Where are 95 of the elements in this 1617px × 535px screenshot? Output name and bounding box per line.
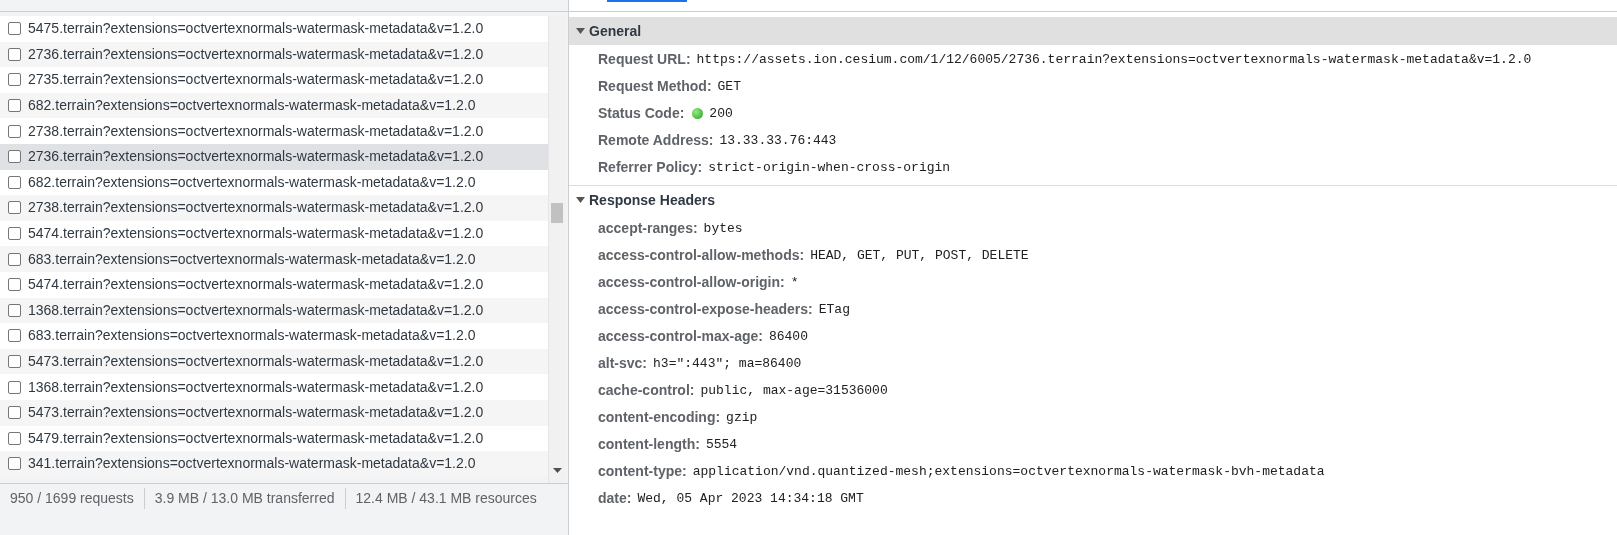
header-name: access-control-expose-headers: <box>598 300 813 319</box>
header-name: access-control-allow-origin: <box>598 273 785 292</box>
checkbox[interactable] <box>8 329 21 343</box>
header-name: content-encoding: <box>598 408 721 427</box>
request-row[interactable]: 2736.terrain?extensions=octvertexnormals-watermask-metadata&v=1.2.0 <box>0 143 548 170</box>
header-name: accept-ranges: <box>598 219 698 238</box>
scroll-down-icon[interactable] <box>552 468 562 474</box>
header-name: alt-svc: <box>598 354 648 373</box>
request-name: 2738.terrain?extensions=octvertexnormals-watermask-metadata&v=1.2.0 <box>28 198 484 218</box>
request-name: 5473.terrain?extensions=octvertexnormals-watermask-metadata&v=1.2.0 <box>28 403 484 423</box>
request-name: 1368.terrain?extensions=octvertexnormals-watermask-metadata&v=1.2.0 <box>28 300 484 320</box>
request-row[interactable]: 682.terrain?extensions=octvertexnormals-watermask-metadata&v=1.2.0 <box>0 92 548 119</box>
request-row[interactable]: 1368.terrain?extensions=octvertexnormals-watermask-metadata&v=1.2.0 <box>0 374 548 400</box>
status-text: 950 / 1699 requests <box>9 489 135 508</box>
checkbox[interactable] <box>8 22 21 36</box>
request-name: 5474.terrain?extensions=octvertexnormals-watermask-metadata&v=1.2.0 <box>28 275 484 295</box>
request-row[interactable]: 1368.terrain?extensions=octvertexnormals-watermask-metadata&v=1.2.0 <box>0 297 548 324</box>
checkbox[interactable] <box>8 201 21 215</box>
checkbox[interactable] <box>8 47 21 61</box>
checkbox[interactable] <box>8 406 21 420</box>
checkbox[interactable] <box>8 252 21 266</box>
request-row[interactable]: 2735.terrain?extensions=octvertexnormals-watermask-metadata&v=1.2.0 <box>0 67 548 93</box>
request-row[interactable]: 341.terrain?extensions=octvertexnormals-watermask-metadata&v=1.2.0 <box>0 451 548 477</box>
request-name: 2735.terrain?extensions=octvertexnormals-watermask-metadata&v=1.2.0 <box>28 70 484 90</box>
header-value: * <box>790 273 799 292</box>
header-name: Status Code: <box>598 104 685 123</box>
checkbox[interactable] <box>8 73 21 87</box>
checkbox[interactable] <box>8 303 21 317</box>
checkbox[interactable] <box>8 150 21 164</box>
request-name: 2736.terrain?extensions=octvertexnormals-watermask-metadata&v=1.2.0 <box>28 44 484 64</box>
header-value: application/vnd.quantized-mesh;extensions=octvertexnormals-watermask-bvh-metadata <box>692 462 1325 481</box>
request-name: 682.terrain?extensions=octvertexnormals-watermask-metadata&v=1.2.0 <box>28 172 476 192</box>
header-value: bytes <box>703 219 743 238</box>
checkbox[interactable] <box>8 431 21 445</box>
request-name: 683.terrain?extensions=octvertexnormals-watermask-metadata&v=1.2.0 <box>28 249 476 269</box>
header-value: https://assets.ion.cesium.com/1/12/6005/2736.terrain?extensions=octvertexnormals-watermask-metadata&v=1.2.0 <box>696 50 1532 69</box>
header-value: h3=":443"; ma=86400 <box>653 354 802 373</box>
request-row[interactable]: 5473.terrain?extensions=octvertexnormals-watermask-metadata&v=1.2.0 <box>0 348 548 375</box>
request-name: 341.terrain?extensions=octvertexnormals-watermask-metadata&v=1.2.0 <box>28 454 476 474</box>
request-name: 2736.terrain?extensions=octvertexnormals-watermask-metadata&v=1.2.0 <box>28 147 484 167</box>
scrollbar-thumb[interactable] <box>551 203 563 223</box>
header-value: gzip <box>726 408 758 427</box>
request-name: 5475.terrain?extensions=octvertexnormals-watermask-metadata&v=1.2.0 <box>28 19 484 39</box>
request-name: 1368.terrain?extensions=octvertexnormals-watermask-metadata&v=1.2.0 <box>28 377 484 397</box>
request-row[interactable]: 2736.terrain?extensions=octvertexnormals-watermask-metadata&v=1.2.0 <box>0 41 548 68</box>
header-name: Request Method: <box>598 77 712 96</box>
header-value: GET <box>717 77 741 96</box>
header-name: Referrer Policy: <box>598 158 703 177</box>
request-row[interactable]: 2738.terrain?extensions=octvertexnormals-watermask-metadata&v=1.2.0 <box>0 195 548 221</box>
header-name: access-control-allow-methods: <box>598 246 805 265</box>
request-name: 5474.terrain?extensions=octvertexnormals-watermask-metadata&v=1.2.0 <box>28 224 484 244</box>
header-value: strict-origin-when-cross-origin <box>708 158 951 177</box>
header-name: Remote Address: <box>598 131 714 150</box>
header-value: 13.33.33.76:443 <box>719 131 837 150</box>
header-value: HEAD, GET, PUT, POST, DELETE <box>810 246 1029 265</box>
status-text: 12.4 MB / 43.1 MB resources <box>344 488 547 509</box>
header-value: public, max-age=31536000 <box>700 381 888 400</box>
request-name: 683.terrain?extensions=octvertexnormals-watermask-metadata&v=1.2.0 <box>28 326 476 346</box>
header-value: 200 <box>709 104 733 123</box>
request-row[interactable]: 683.terrain?extensions=octvertexnormals-watermask-metadata&v=1.2.0 <box>0 246 548 272</box>
status-text: 3.9 MB / 13.0 MB transferred <box>143 488 345 509</box>
request-row[interactable]: 5473.terrain?extensions=octvertexnormals-watermask-metadata&v=1.2.0 <box>0 399 548 426</box>
request-row[interactable]: 683.terrain?extensions=octvertexnormals-watermask-metadata&v=1.2.0 <box>0 323 548 349</box>
scrollbar[interactable] <box>548 16 565 483</box>
checkbox[interactable] <box>8 380 21 394</box>
header-value: 5554 <box>705 435 738 454</box>
header-value: ETag <box>818 300 850 319</box>
triangle-icon <box>576 196 585 204</box>
request-row[interactable]: 5474.terrain?extensions=octvertexnormals-watermask-metadata&v=1.2.0 <box>0 220 548 247</box>
header-name: content-type: <box>598 462 687 481</box>
header-value: Wed, 05 Apr 2023 14:34:18 GMT <box>637 489 864 508</box>
checkbox[interactable] <box>8 99 21 113</box>
request-row[interactable]: 682.terrain?extensions=octvertexnormals-watermask-metadata&v=1.2.0 <box>0 169 548 196</box>
request-name: 682.terrain?extensions=octvertexnormals-watermask-metadata&v=1.2.0 <box>28 96 476 116</box>
request-row[interactable]: 5475.terrain?extensions=octvertexnormals-watermask-metadata&v=1.2.0 <box>0 16 548 42</box>
request-row[interactable]: 5479.terrain?extensions=octvertexnormals-watermask-metadata&v=1.2.0 <box>0 425 548 452</box>
header-name: cache-control: <box>598 381 695 400</box>
request-name: 5473.terrain?extensions=octvertexnormals-watermask-metadata&v=1.2.0 <box>28 352 484 371</box>
checkbox[interactable] <box>8 124 21 138</box>
header-name: date: <box>598 489 632 508</box>
request-name: 2738.terrain?extensions=octvertexnormals-watermask-metadata&v=1.2.0 <box>28 121 484 141</box>
triangle-icon <box>576 27 585 35</box>
checkbox[interactable] <box>8 457 21 471</box>
header-name: Request URL: <box>598 50 691 69</box>
request-name: 5479.terrain?extensions=octvertexnormals-watermask-metadata&v=1.2.0 <box>28 428 484 448</box>
checkbox[interactable] <box>8 355 21 368</box>
checkbox[interactable] <box>8 278 21 292</box>
section-header[interactable]: General <box>569 17 1617 45</box>
header-name: access-control-max-age: <box>598 327 763 346</box>
checkbox[interactable] <box>8 227 21 241</box>
header-name: content-length: <box>598 435 700 454</box>
header-value: 86400 <box>768 327 808 346</box>
checkbox[interactable] <box>8 175 21 189</box>
request-row[interactable]: 2738.terrain?extensions=octvertexnormals-watermask-metadata&v=1.2.0 <box>0 118 548 144</box>
request-row[interactable]: 5474.terrain?extensions=octvertexnormals-watermask-metadata&v=1.2.0 <box>0 271 548 298</box>
